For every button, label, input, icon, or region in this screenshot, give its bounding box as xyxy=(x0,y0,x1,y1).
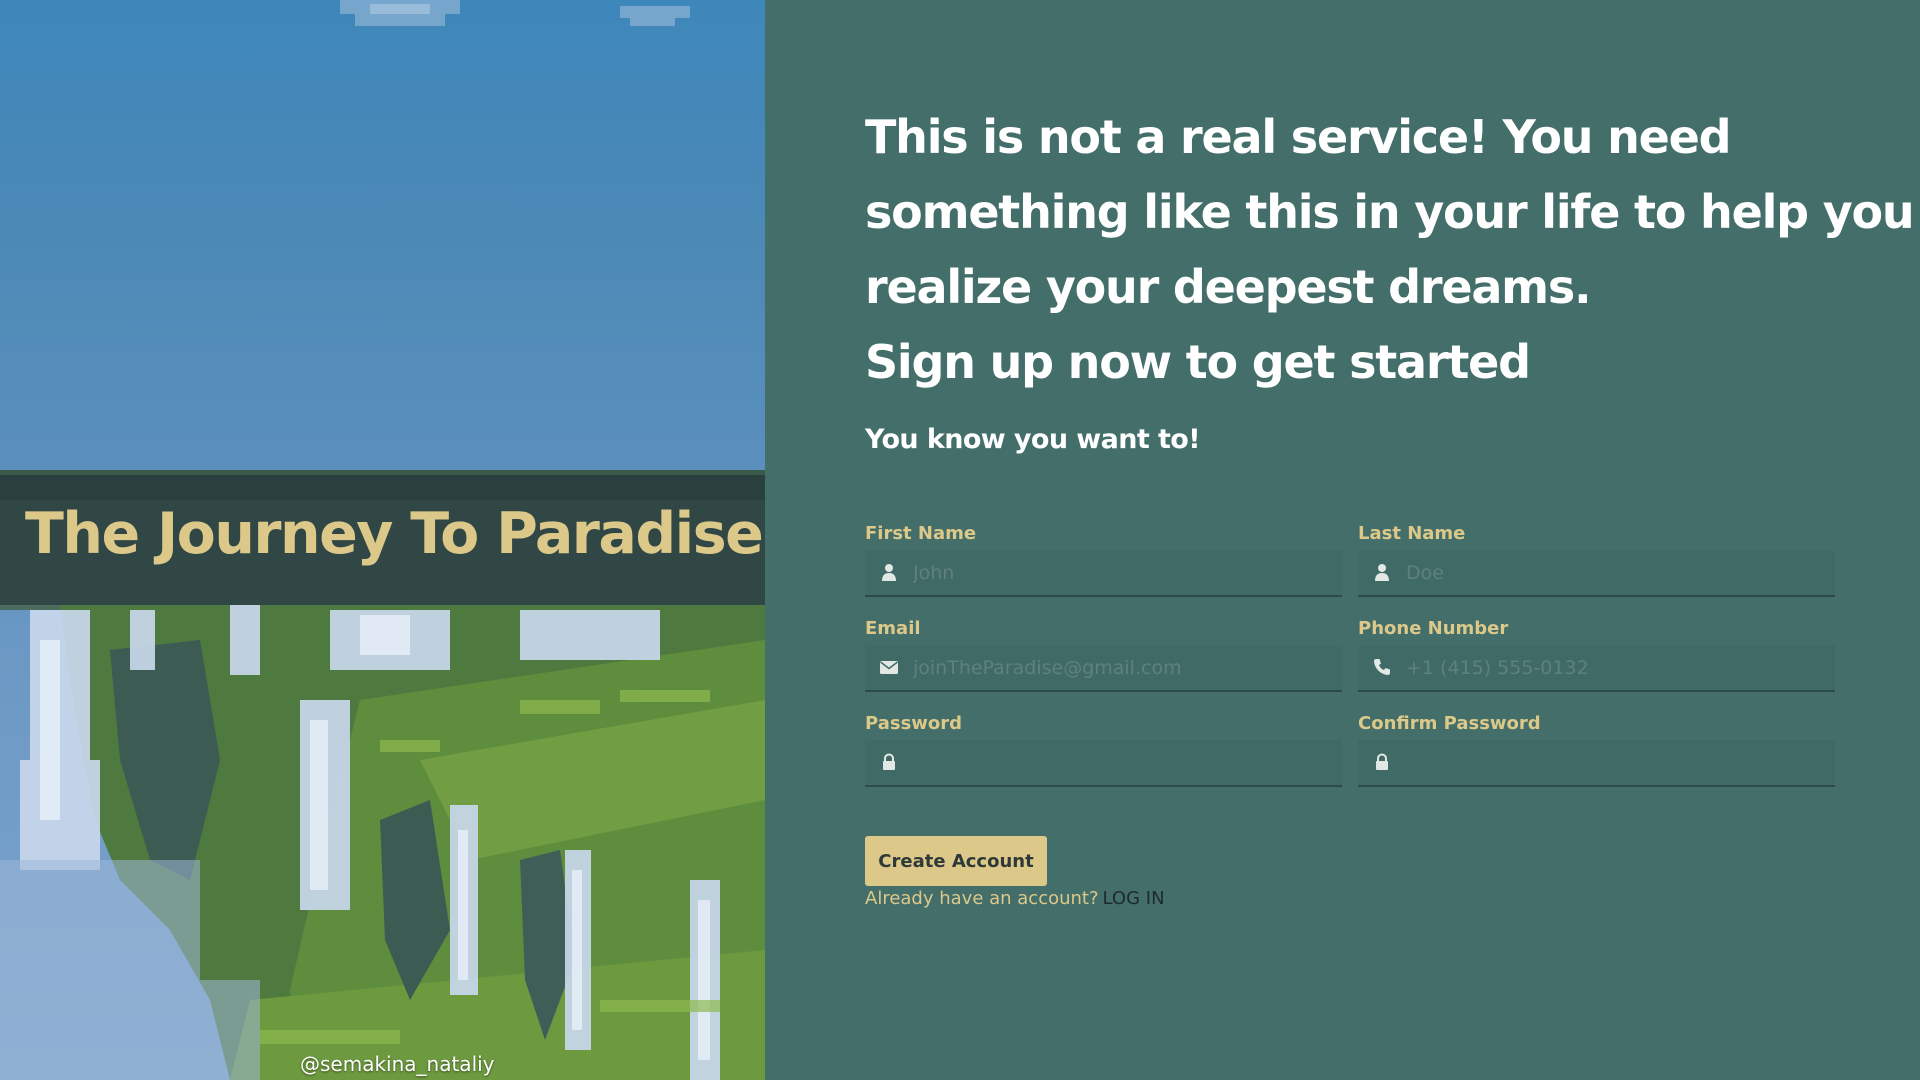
login-link[interactable]: LOG IN xyxy=(1103,888,1165,909)
envelope-icon xyxy=(880,661,898,674)
first-name-field-group: First Name xyxy=(865,520,1342,615)
phone-input[interactable] xyxy=(1406,645,1826,690)
phone-label: Phone Number xyxy=(1358,618,1509,639)
hero-title-banner: The Journey To Paradise xyxy=(0,475,765,605)
headline-line: something like this in your life to help… xyxy=(865,185,1915,239)
first-name-label: First Name xyxy=(865,523,977,544)
password-input[interactable] xyxy=(913,740,1333,785)
last-name-label: Last Name xyxy=(1358,523,1466,544)
page-headline: This is not a real service! You need som… xyxy=(865,100,1915,400)
phone-input-wrap xyxy=(1358,645,1835,692)
password-field-group: Password xyxy=(865,710,1342,805)
headline-line: This is not a real service! You need xyxy=(865,110,1732,164)
user-icon xyxy=(1375,564,1389,581)
phone-icon xyxy=(1374,659,1390,675)
email-label: Email xyxy=(865,618,921,639)
user-icon xyxy=(882,564,896,581)
email-field-group: Email xyxy=(865,615,1342,710)
first-name-input[interactable] xyxy=(913,550,1333,595)
confirm-password-field-group: Confirm Password xyxy=(1358,710,1835,805)
hero-title: The Journey To Paradise xyxy=(25,501,764,567)
phone-field-group: Phone Number xyxy=(1358,615,1835,710)
login-prompt-line: Already have an account? LOG IN xyxy=(865,888,1165,909)
confirm-password-input-wrap xyxy=(1358,740,1835,787)
last-name-input-wrap xyxy=(1358,550,1835,597)
confirm-password-input[interactable] xyxy=(1406,740,1826,785)
page-subhead: You know you want to! xyxy=(865,424,1201,455)
password-input-wrap xyxy=(865,740,1342,787)
email-input[interactable] xyxy=(913,645,1333,690)
last-name-input[interactable] xyxy=(1406,550,1826,595)
hero-panel: The Journey To Paradise @semakina_natali… xyxy=(0,0,765,1080)
headline-line: Sign up now to get started xyxy=(865,335,1531,389)
create-account-button[interactable]: Create Account xyxy=(865,836,1047,886)
signup-form: First Name Last Name Email xyxy=(865,520,1835,805)
image-credit: @semakina_nataliy xyxy=(300,1052,495,1076)
password-label: Password xyxy=(865,713,963,734)
lock-icon xyxy=(1376,753,1388,770)
headline-line: realize your deepest dreams. xyxy=(865,260,1592,314)
confirm-password-label: Confirm Password xyxy=(1358,713,1541,734)
first-name-input-wrap xyxy=(865,550,1342,597)
lock-icon xyxy=(883,753,895,770)
signup-panel: This is not a real service! You need som… xyxy=(865,100,1915,909)
email-input-wrap xyxy=(865,645,1342,692)
last-name-field-group: Last Name xyxy=(1358,520,1835,615)
login-prompt: Already have an account? xyxy=(865,888,1099,909)
